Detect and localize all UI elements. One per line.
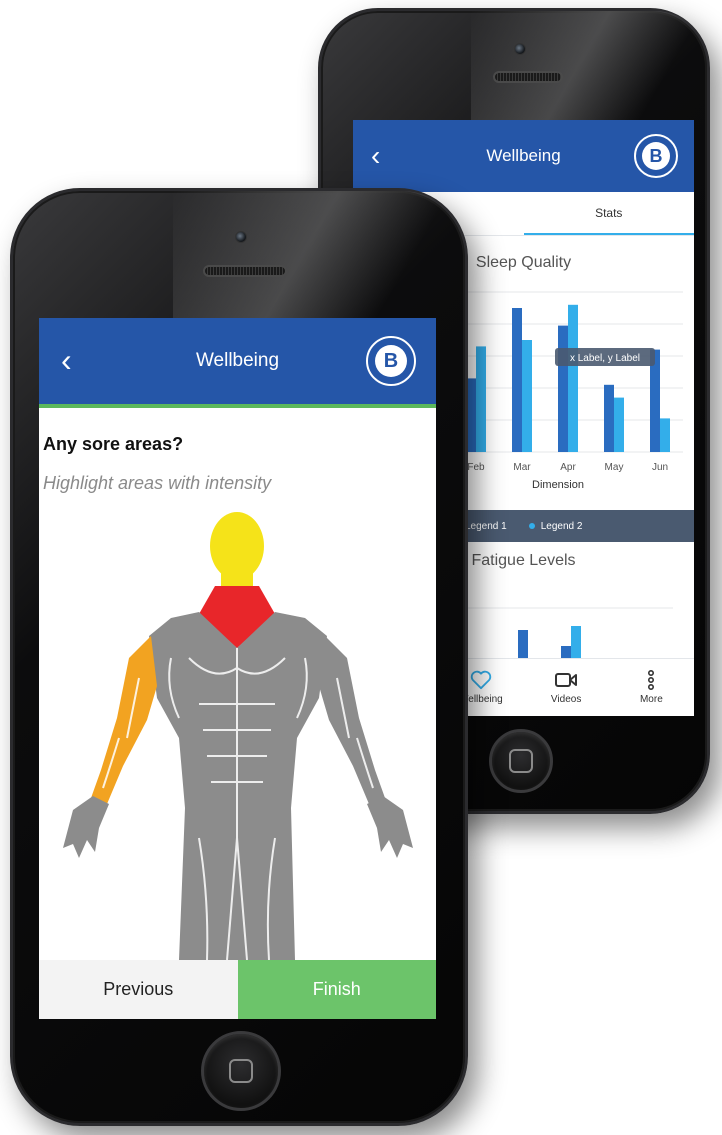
home-button[interactable] [201, 1031, 281, 1111]
logo-letter: B [642, 142, 670, 170]
earpiece-speaker [203, 265, 287, 277]
x-axis-label: Dimension [532, 479, 584, 491]
front-camera [235, 231, 247, 243]
earpiece-speaker [493, 71, 563, 83]
tick-label: Jun [652, 462, 668, 473]
heart-icon [470, 670, 492, 690]
bar-1-may [604, 384, 614, 452]
progress-line [39, 404, 436, 408]
chevron-left-icon[interactable]: ‹ [371, 140, 380, 172]
body-region-right-hand[interactable] [63, 796, 109, 858]
tab-more[interactable]: More [609, 659, 694, 716]
tooltip-text: x Label, y Label [570, 353, 640, 364]
video-camera-icon [554, 670, 578, 690]
hint-text: Highlight areas with intensity [43, 473, 272, 493]
home-square-icon [229, 1059, 253, 1083]
bar-2-jun [660, 418, 670, 452]
chevron-left-icon[interactable]: ‹ [61, 342, 72, 379]
tab-label-more: More [639, 694, 663, 705]
app-header: ‹ Wellbeing B [39, 318, 436, 404]
bar-2-apr [568, 304, 578, 452]
question-text: Any sore areas? [43, 434, 184, 454]
home-button[interactable] [489, 729, 553, 793]
bar-2-feb [476, 346, 486, 452]
tick-label: Mar [513, 462, 531, 473]
legend-item-2: Legend 2 [528, 520, 583, 532]
legend-dot-2 [528, 523, 535, 529]
previous-button[interactable]: Previous [39, 960, 238, 1019]
tick-label: May [605, 462, 624, 473]
front-screen: ‹ Wellbeing B Any sore areas? Highlight … [39, 318, 436, 1019]
screen-glare [173, 191, 468, 321]
tick-label: Apr [560, 462, 576, 473]
app-header: ‹ Wellbeing B [353, 120, 694, 192]
body-region-left-hand[interactable] [367, 796, 413, 858]
body-region-right-arm[interactable] [91, 636, 157, 804]
legend-label-2: Legend 2 [540, 520, 583, 532]
bar-1-mar [512, 308, 522, 452]
logo-letter: B [375, 345, 407, 377]
body-region-left-arm[interactable] [319, 636, 385, 804]
tab-label-videos: Videos [550, 694, 582, 705]
tick-label: Feb [467, 462, 485, 473]
home-square-icon [509, 749, 533, 773]
bar-2-may [614, 397, 624, 452]
club-logo: B [366, 336, 416, 386]
more-vertical-icon [647, 670, 655, 690]
body-map [63, 512, 413, 960]
bar-1-apr [558, 325, 568, 452]
finish-button[interactable]: Finish [237, 960, 436, 1019]
tab-stats[interactable]: Stats [523, 192, 694, 235]
legend-label-1: Legend 1 [465, 520, 507, 532]
bar-2-mar [522, 340, 532, 452]
club-logo: B [634, 134, 678, 178]
bottom-actions: Previous Finish [39, 960, 436, 1019]
tab-videos[interactable]: Videos [524, 659, 609, 716]
front-camera [514, 43, 526, 55]
